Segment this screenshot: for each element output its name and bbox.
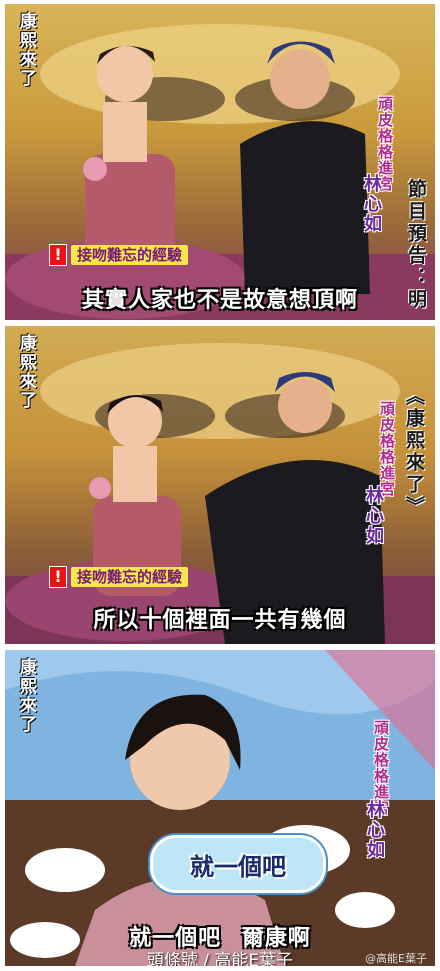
promo-caption: 《康熙來了》	[403, 386, 425, 518]
topic-text: 接吻難忘的經驗	[71, 567, 189, 587]
topic-banner: ! 接吻難忘的經驗	[49, 244, 189, 266]
topic-banner: ! 接吻難忘的經驗	[49, 566, 189, 588]
topic-text: 接吻難忘的經驗	[71, 245, 189, 265]
scene-illustration-2	[5, 343, 435, 644]
guest-name-caption: 林心如	[364, 800, 385, 860]
speech-bubble-text: 就一個吧	[190, 852, 286, 881]
alert-icon: !	[49, 566, 67, 588]
subtitle: 所以十個裡面一共有幾個	[93, 608, 347, 633]
guest-name-caption: 林心如	[361, 174, 382, 234]
alert-icon: !	[49, 244, 67, 266]
video-frame-2: 康熙來了 頑皮格格進宮 林心如 《康熙來了》 ! 接吻難忘的經驗 所以十個裡面一…	[5, 326, 435, 644]
subtitle: 其實人家也不是故意想頂啊	[81, 288, 358, 313]
segment-caption: 頑皮格格進宮	[378, 401, 396, 497]
show-logo: 康熙來了	[16, 658, 36, 734]
video-frame-3: 康熙來了 頑皮格格進宮 林心如 就一個吧 就一個吧 爾康啊 頭條號 / 高能E葉…	[5, 650, 435, 966]
show-logo: 康熙來了	[16, 334, 36, 410]
guest-name-caption: 林心如	[363, 486, 384, 546]
speech-bubble: 就一個吧	[150, 835, 326, 893]
show-logo: 康熙來了	[16, 12, 36, 88]
watermark-small: @高能E葉子	[365, 952, 427, 965]
scene-illustration-1	[5, 24, 435, 320]
video-frame-1: 康熙來了 頑皮格格進宮 林心如 節目預告：明 ! 接吻難忘的經驗 其實人家也不是…	[5, 4, 435, 320]
